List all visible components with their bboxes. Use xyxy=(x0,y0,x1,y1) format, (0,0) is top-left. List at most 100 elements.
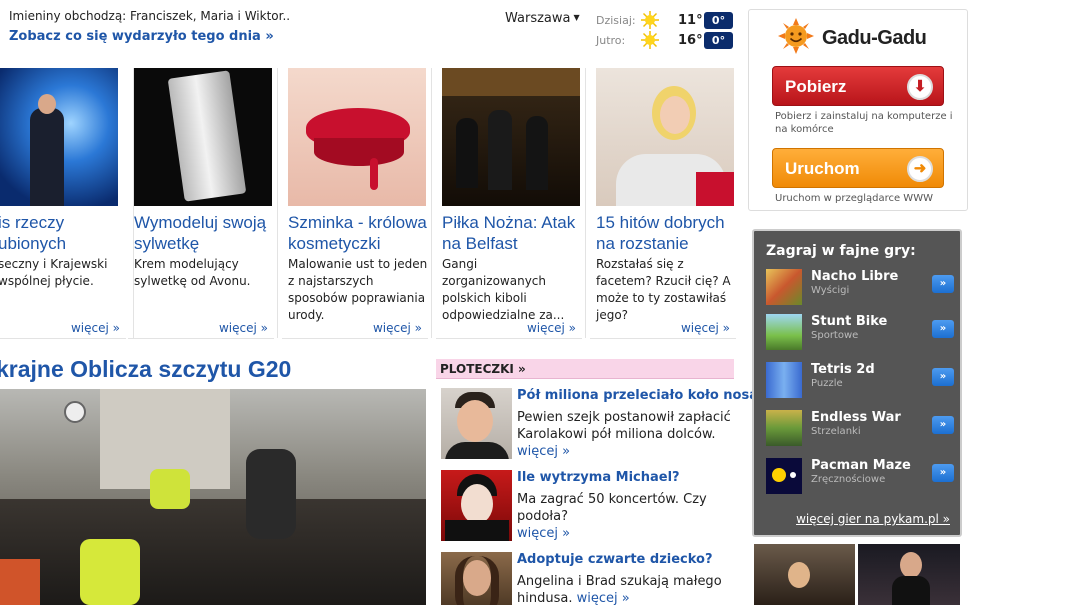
article-image[interactable] xyxy=(134,68,272,206)
article-image[interactable] xyxy=(288,68,426,206)
arrow-down-icon: ⬇ xyxy=(907,74,933,100)
game-thumbnail[interactable] xyxy=(766,362,802,398)
more-link[interactable]: więcej » xyxy=(517,444,570,459)
game-thumbnail[interactable] xyxy=(766,314,802,350)
gossip-desc: Pewien szejk postanowił zapłacić Karolak… xyxy=(517,410,731,442)
main-story-headline[interactable]: krajne Oblicza szczytu G20 xyxy=(0,356,291,383)
article-image[interactable] xyxy=(0,68,118,206)
gossip-image[interactable] xyxy=(441,552,512,605)
game-thumbnail[interactable] xyxy=(766,269,802,305)
chevron-down-icon: ▼ xyxy=(573,13,580,22)
main-story-image[interactable] xyxy=(0,389,426,605)
game-name[interactable]: Endless War xyxy=(811,410,901,425)
game-category: Sportowe xyxy=(811,330,859,341)
gossip-title[interactable]: Adoptuje czwarte dziecko? xyxy=(517,552,713,567)
more-games-link[interactable]: więcej gier na pykam.pl » xyxy=(796,512,950,526)
card-divider xyxy=(0,338,126,339)
more-link[interactable]: więcej » xyxy=(577,591,630,605)
game-name[interactable]: Nacho Libre xyxy=(811,269,898,284)
more-link[interactable]: więcej » xyxy=(71,321,120,335)
weather-today: Dzisiaj: 11° 0° xyxy=(596,11,736,30)
card-divider xyxy=(277,68,278,338)
gossip-image[interactable] xyxy=(441,470,512,541)
gossip-title[interactable]: Ile wytrzyma Michael? xyxy=(517,470,680,485)
article-desc: Malowanie ust to jeden z najstarszych sp… xyxy=(288,257,428,322)
card-divider xyxy=(590,338,736,339)
weather-temp-day: 11° xyxy=(678,13,703,28)
article-card[interactable]: Wymodeluj swoją sylwetkę Krem modelujący… xyxy=(128,68,278,340)
day-events-link[interactable]: Zobacz co się wydarzyło tego dnia » xyxy=(9,29,274,44)
game-item[interactable]: Endless War Strzelanki » xyxy=(766,410,954,446)
ploteczki-header[interactable]: PLOTECZKI » xyxy=(436,359,734,379)
card-divider xyxy=(431,68,432,338)
run-note: Uruchom w przeglądarce WWW xyxy=(775,193,933,204)
card-divider xyxy=(436,338,582,339)
weather-day-label: Dzisiaj: xyxy=(596,14,636,27)
double-chevron-right-icon[interactable]: » xyxy=(932,320,954,338)
gossip-image[interactable] xyxy=(441,388,512,459)
game-name[interactable]: Pacman Maze xyxy=(811,458,911,473)
weather-temp-day: 16° xyxy=(678,33,703,48)
game-item[interactable]: Stunt Bike Sportowe » xyxy=(766,314,954,350)
photo-thumbnail[interactable] xyxy=(754,544,855,605)
game-thumbnail[interactable] xyxy=(766,410,802,446)
article-desc: seczny i Krajewski wspólnej płycie. xyxy=(0,257,108,288)
weather-day-label: Jutro: xyxy=(596,34,626,47)
double-chevron-right-icon[interactable]: » xyxy=(932,368,954,386)
game-item[interactable]: Tetris 2d Puzzle » xyxy=(766,362,954,398)
double-chevron-right-icon[interactable]: » xyxy=(932,416,954,434)
card-divider xyxy=(585,68,586,338)
games-header: Zagraj w fajne gry: xyxy=(766,243,916,259)
more-link[interactable]: więcej » xyxy=(517,526,570,541)
games-box: Zagraj w fajne gry: Nacho Libre Wyścigi … xyxy=(752,229,962,537)
run-button[interactable]: Uruchom ➜ xyxy=(772,148,944,188)
download-button[interactable]: Pobierz ⬇ xyxy=(772,66,944,106)
card-divider xyxy=(128,338,274,339)
article-desc: Krem modelujący sylwetkę od Avonu. xyxy=(134,257,251,288)
game-name[interactable]: Stunt Bike xyxy=(811,314,887,329)
article-title[interactable]: 15 hitów dobrych na rozstanie xyxy=(596,212,738,254)
photo-thumbnail[interactable] xyxy=(858,544,960,605)
article-desc: Rozstałaś się z facetem? Rzucił cię? A m… xyxy=(596,257,731,322)
more-link[interactable]: więcej » xyxy=(527,321,576,335)
article-title[interactable]: Wymodeluj swoją sylwetkę xyxy=(134,212,276,254)
card-divider xyxy=(282,338,428,339)
article-card[interactable]: Szminka - królowa kosmetyczki Malowanie … xyxy=(282,68,432,340)
gadugadu-box: Gadu-Gadu Pobierz ⬇ Pobierz i zainstaluj… xyxy=(748,9,968,211)
game-item[interactable]: Nacho Libre Wyścigi » xyxy=(766,269,954,305)
gadugadu-logo: Gadu-Gadu xyxy=(822,27,927,49)
game-category: Puzzle xyxy=(811,378,843,389)
more-link[interactable]: więcej » xyxy=(219,321,268,335)
weather-city-select[interactable]: Warszawa ▼ xyxy=(505,11,580,26)
gossip-desc: Ma zagrać 50 koncertów. Czy podoła? xyxy=(517,492,707,524)
game-name[interactable]: Tetris 2d xyxy=(811,362,875,377)
sun-icon xyxy=(641,31,659,49)
article-card[interactable]: is rzeczy ubionych seczny i Krajewski ws… xyxy=(0,68,134,340)
article-image[interactable] xyxy=(596,68,734,206)
arrow-right-icon: ➜ xyxy=(907,156,933,182)
article-image[interactable] xyxy=(442,68,580,206)
nameday-text: Imieniny obchodzą: Franciszek, Maria i W… xyxy=(9,9,291,23)
sun-icon xyxy=(641,11,659,29)
article-desc: Gangi zorganizowanych polskich kiboli od… xyxy=(442,257,565,322)
gossip-title[interactable]: Pół miliona przeleciało koło nosa xyxy=(517,388,758,403)
game-category: Zręcznościowe xyxy=(811,474,886,485)
gadugadu-sun-icon xyxy=(778,18,814,54)
article-title[interactable]: Szminka - królowa kosmetyczki xyxy=(288,212,430,254)
article-title[interactable]: Piłka Nożna: Atak na Belfast xyxy=(442,212,584,254)
download-note: Pobierz i zainstaluj na komputerze i na … xyxy=(775,111,953,135)
game-category: Wyścigi xyxy=(811,285,850,296)
game-item[interactable]: Pacman Maze Zręcznościowe » xyxy=(766,458,954,494)
weather-temp-night: 0° xyxy=(704,12,733,29)
game-category: Strzelanki xyxy=(811,426,861,437)
more-link[interactable]: więcej » xyxy=(681,321,730,335)
double-chevron-right-icon[interactable]: » xyxy=(932,464,954,482)
more-link[interactable]: więcej » xyxy=(373,321,422,335)
article-title[interactable]: is rzeczy ubionych xyxy=(0,212,140,254)
article-card[interactable]: Piłka Nożna: Atak na Belfast Gangi zorga… xyxy=(436,68,586,340)
bottom-photos[interactable] xyxy=(754,544,960,605)
game-thumbnail[interactable] xyxy=(766,458,802,494)
double-chevron-right-icon[interactable]: » xyxy=(932,275,954,293)
article-card[interactable]: 15 hitów dobrych na rozstanie Rozstałaś … xyxy=(590,68,740,340)
run-button-label: Uruchom xyxy=(785,159,860,178)
